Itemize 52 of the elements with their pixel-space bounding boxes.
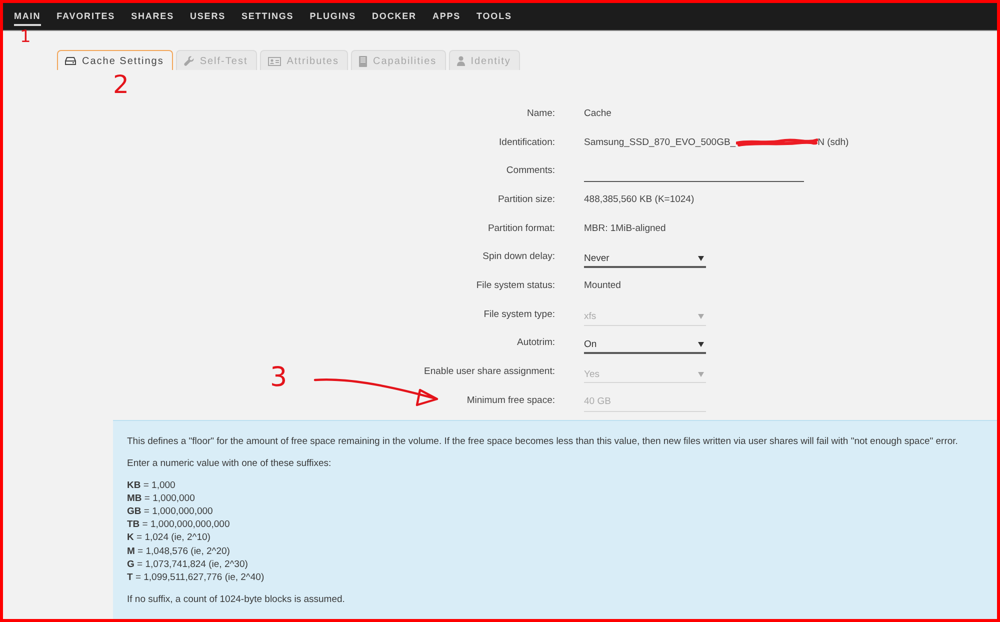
dropdown[interactable]: On [584,335,706,354]
field-value: Samsung_SSD_870_EVO_500GB_ [584,136,736,148]
nav-link[interactable]: MAIN [14,8,41,26]
caret-icon [698,372,704,377]
suffix-line: T = 1,099,511,627,776 (ie, 2^40) [127,570,266,584]
server-icon [358,56,367,66]
nav-link[interactable]: PLUGINS [310,8,356,26]
field-value: Mounted [584,280,621,291]
id-card-icon [268,56,281,66]
field-value: 488,385,560 KB (K=1024) [584,194,694,205]
field-label: Partition size: [498,194,555,205]
suffix-line: GB = 1,000,000,000 [127,504,214,518]
annotation-number: 3 [270,364,288,391]
suffix-line: G = 1,073,741,824 (ie, 2^30) [127,558,249,571]
nav-link[interactable]: USERS [190,8,226,26]
field-label: Identification: [499,136,555,148]
nav-link[interactable]: DOCKER [372,8,416,26]
suffix-line: MB = 1,000,000 [127,492,196,505]
help-text: Enter a numeric value with one of these suffixes: [127,456,332,470]
caret-icon [698,256,704,262]
field-label: Autotrim: [516,337,555,348]
field-label: Partition format: [488,222,555,234]
field-label: File system type: [484,308,555,320]
help-text: This defines a "floor" for the amount of free space remaining in the volume. If the free space becomes less than this value, then new files written via user shares will fail with "not enough space" error. [127,434,959,448]
nav-link[interactable]: FAVORITES [56,8,116,26]
tab[interactable]: Cache Settings [57,50,173,70]
field-value: MBR: 1MiB-aligned [584,222,666,234]
nav-link[interactable]: APPS [432,8,461,26]
nav-link[interactable]: SETTINGS [242,8,294,26]
field-label: Comments: [506,165,555,176]
annotation-number: 1 [20,28,31,46]
suffix-line: K = 1,024 (ie, 2^10) [127,531,212,545]
suffix-line: TB = 1,000,000,000,000 [127,518,231,532]
hard-drive-icon [65,57,76,65]
field-label: Name: [527,108,555,119]
dropdown[interactable]: Never [584,249,706,268]
annotation-number: 2 [113,72,129,97]
suffix-line: M = 1,048,576 (ie, 2^20) [127,544,231,558]
suffix-line: KB = 1,000 [127,478,176,492]
nav-link[interactable]: TOOLS [476,8,512,26]
nav-link[interactable]: SHARES [131,8,174,26]
wrench-icon [184,56,194,66]
field-label: Minimum free space: [466,394,555,406]
help-text: If no suffix, a count of 1024-byte blocks is assumed. [127,592,346,606]
caret-icon [698,314,704,320]
field-value: Cache [584,108,612,119]
field-label: Spin down delay: [482,251,555,262]
field-label: Enable user share assignment: [424,366,555,378]
field-label: File system status: [476,280,555,291]
field-value: N (sdh) [818,136,849,148]
caret-icon [698,342,704,348]
user-icon [456,56,465,66]
